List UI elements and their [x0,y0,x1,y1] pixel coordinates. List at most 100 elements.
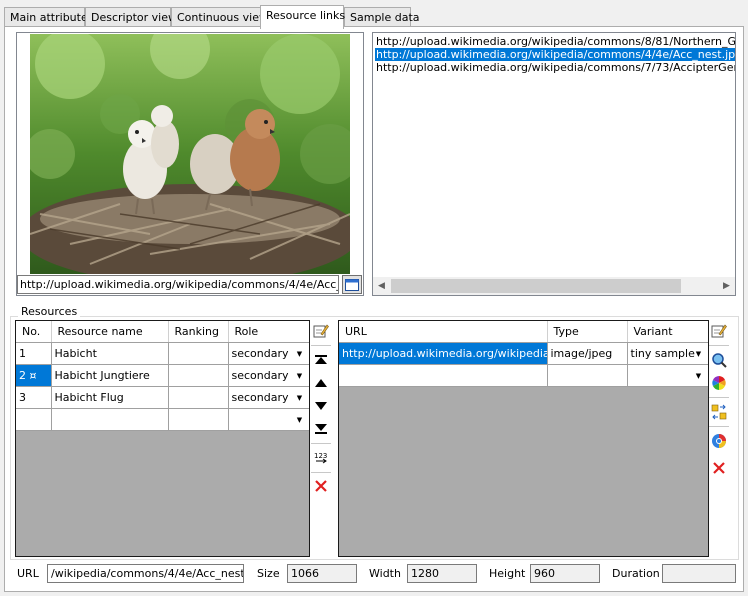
delete-resource-button[interactable] [311,476,331,496]
grid-transform-icon [711,404,727,420]
renumber-button[interactable]: 123 [311,449,331,469]
cell-ranking[interactable] [168,342,229,365]
arrow-up-icon [315,379,327,387]
cell-no[interactable]: 1 [16,342,52,365]
delete-icon [315,480,327,492]
edit-button[interactable] [311,321,331,341]
cell-role[interactable]: ▼ [228,408,309,431]
cell-no[interactable] [16,408,52,431]
svg-text:123: 123 [314,452,327,460]
table-row[interactable]: 1 Habicht secondary ▼ [16,342,309,365]
dropdown-arrow-icon[interactable]: ▼ [293,347,307,361]
column-header-no[interactable]: No. [16,321,52,343]
height-field[interactable]: 960 [530,564,600,583]
cell-role[interactable]: secondary ▼ [228,342,309,365]
column-header-resource-name[interactable]: Resource name [51,321,169,343]
duration-field[interactable] [662,564,736,583]
table-row[interactable]: 3 Habicht Flug secondary ▼ [16,386,309,409]
delete-link-button[interactable] [709,458,729,478]
goshawk-nest-photo [30,34,350,274]
new-row[interactable]: ▼ [339,364,708,387]
url-list-item[interactable]: http://upload.wikimedia.org/wikipedia/co… [375,61,735,74]
dropdown-arrow-icon[interactable]: ▼ [293,369,307,383]
resource-links-grid[interactable]: URL Type Variant http://upload.wikimedia… [338,320,709,557]
cell-ranking[interactable] [168,386,229,409]
tab-resource-links[interactable]: Resource links [260,5,345,29]
move-first-button[interactable] [311,350,331,370]
move-to-top-icon [315,355,327,364]
toolbar-separator [709,345,729,346]
url-list-item[interactable]: http://upload.wikimedia.org/wikipedia/co… [375,35,735,48]
edit-icon [711,324,727,338]
cell-resource-name[interactable]: Habicht Jungtiere [51,364,169,387]
browser-icon [712,434,726,448]
cell-no[interactable]: 3 [16,386,52,409]
column-header-type[interactable]: Type [547,321,628,343]
edit-link-button[interactable] [709,321,729,341]
browser-button[interactable] [709,431,729,451]
image-preview [30,34,350,274]
column-header-url[interactable]: URL [339,321,548,343]
cell-url[interactable] [339,364,548,387]
dropdown-arrow-icon[interactable]: ▼ [692,347,706,361]
cell-variant[interactable]: ▼ [627,364,708,387]
move-last-button[interactable] [311,419,331,439]
variant-value: tiny sample [630,346,695,360]
dropdown-arrow-icon[interactable]: ▼ [293,391,307,405]
color-wheel-button[interactable] [709,373,729,393]
resources-grid[interactable]: No. Resource name Ranking Role 1 Habicht… [15,320,310,557]
url-list-horizontal-scrollbar[interactable]: ◀ ▶ [373,277,735,295]
table-row[interactable]: 2 ¤ Habicht Jungtiere secondary ▼ [16,364,309,387]
cell-role[interactable]: secondary ▼ [228,364,309,387]
column-header-ranking[interactable]: Ranking [168,321,229,343]
cell-ranking[interactable] [168,364,229,387]
dropdown-arrow-icon[interactable]: ▼ [692,369,706,383]
cell-role[interactable]: secondary ▼ [228,386,309,409]
column-header-role[interactable]: Role [228,321,309,343]
generate-url-button[interactable] [709,402,729,422]
table-row[interactable]: http://upload.wikimedia.org/wikipedia/c.… [339,342,708,365]
search-color-icon [712,353,727,368]
tab-main-attributes[interactable]: Main attributes [4,7,93,27]
cell-type[interactable]: image/jpeg [547,342,628,365]
toolbar-separator [311,443,331,444]
tab-sample-data[interactable]: Sample data [344,7,420,27]
cell-url-selected[interactable]: http://upload.wikimedia.org/wikipedia/c.… [339,342,548,365]
size-field[interactable]: 1066 [287,564,357,583]
role-value: secondary [231,390,289,404]
width-label: Width [369,567,401,580]
cell-resource-name[interactable] [51,408,169,431]
search-button[interactable] [709,350,729,370]
cell-no-selected[interactable]: 2 ¤ [16,364,52,387]
tab-descriptor-view[interactable]: Descriptor view [85,7,177,27]
toolbar-separator [709,426,729,427]
resource-url-list[interactable]: http://upload.wikimedia.org/wikipedia/co… [372,32,736,296]
move-to-bottom-icon [315,424,327,434]
resources-group-label: Resources [18,305,81,318]
move-up-button[interactable] [311,373,331,393]
width-field[interactable]: 1280 [407,564,477,583]
url-field[interactable]: /wikipedia/commons/4/4e/Acc_nest.jpg [47,564,244,583]
cell-type[interactable] [547,364,628,387]
dropdown-arrow-icon[interactable]: ▼ [293,413,307,427]
column-header-variant[interactable]: Variant [627,321,708,343]
move-down-button[interactable] [311,396,331,416]
url-label: URL [17,567,39,580]
url-list-item-selected[interactable]: http://upload.wikimedia.org/wikipedia/co… [375,48,735,61]
cell-variant[interactable]: tiny sample ▼ [627,342,708,365]
toolbar-separator [709,397,729,398]
scrollbar-thumb[interactable] [391,279,681,293]
tab-continuous-view[interactable]: Continuous view [171,7,268,27]
cell-resource-name[interactable]: Habicht [51,342,169,365]
scroll-left-icon[interactable]: ◀ [373,277,390,295]
window-icon [345,278,359,291]
open-window-button[interactable] [342,275,362,294]
cell-ranking[interactable] [168,408,229,431]
scroll-right-icon[interactable]: ▶ [718,277,735,295]
height-label: Height [489,567,526,580]
color-wheel-icon [712,376,726,390]
cell-resource-name[interactable]: Habicht Flug [51,386,169,409]
image-url-field[interactable]: http://upload.wikimedia.org/wikipedia/co… [17,275,339,294]
role-value: secondary [231,346,289,360]
new-row[interactable]: ▼ [16,408,309,431]
